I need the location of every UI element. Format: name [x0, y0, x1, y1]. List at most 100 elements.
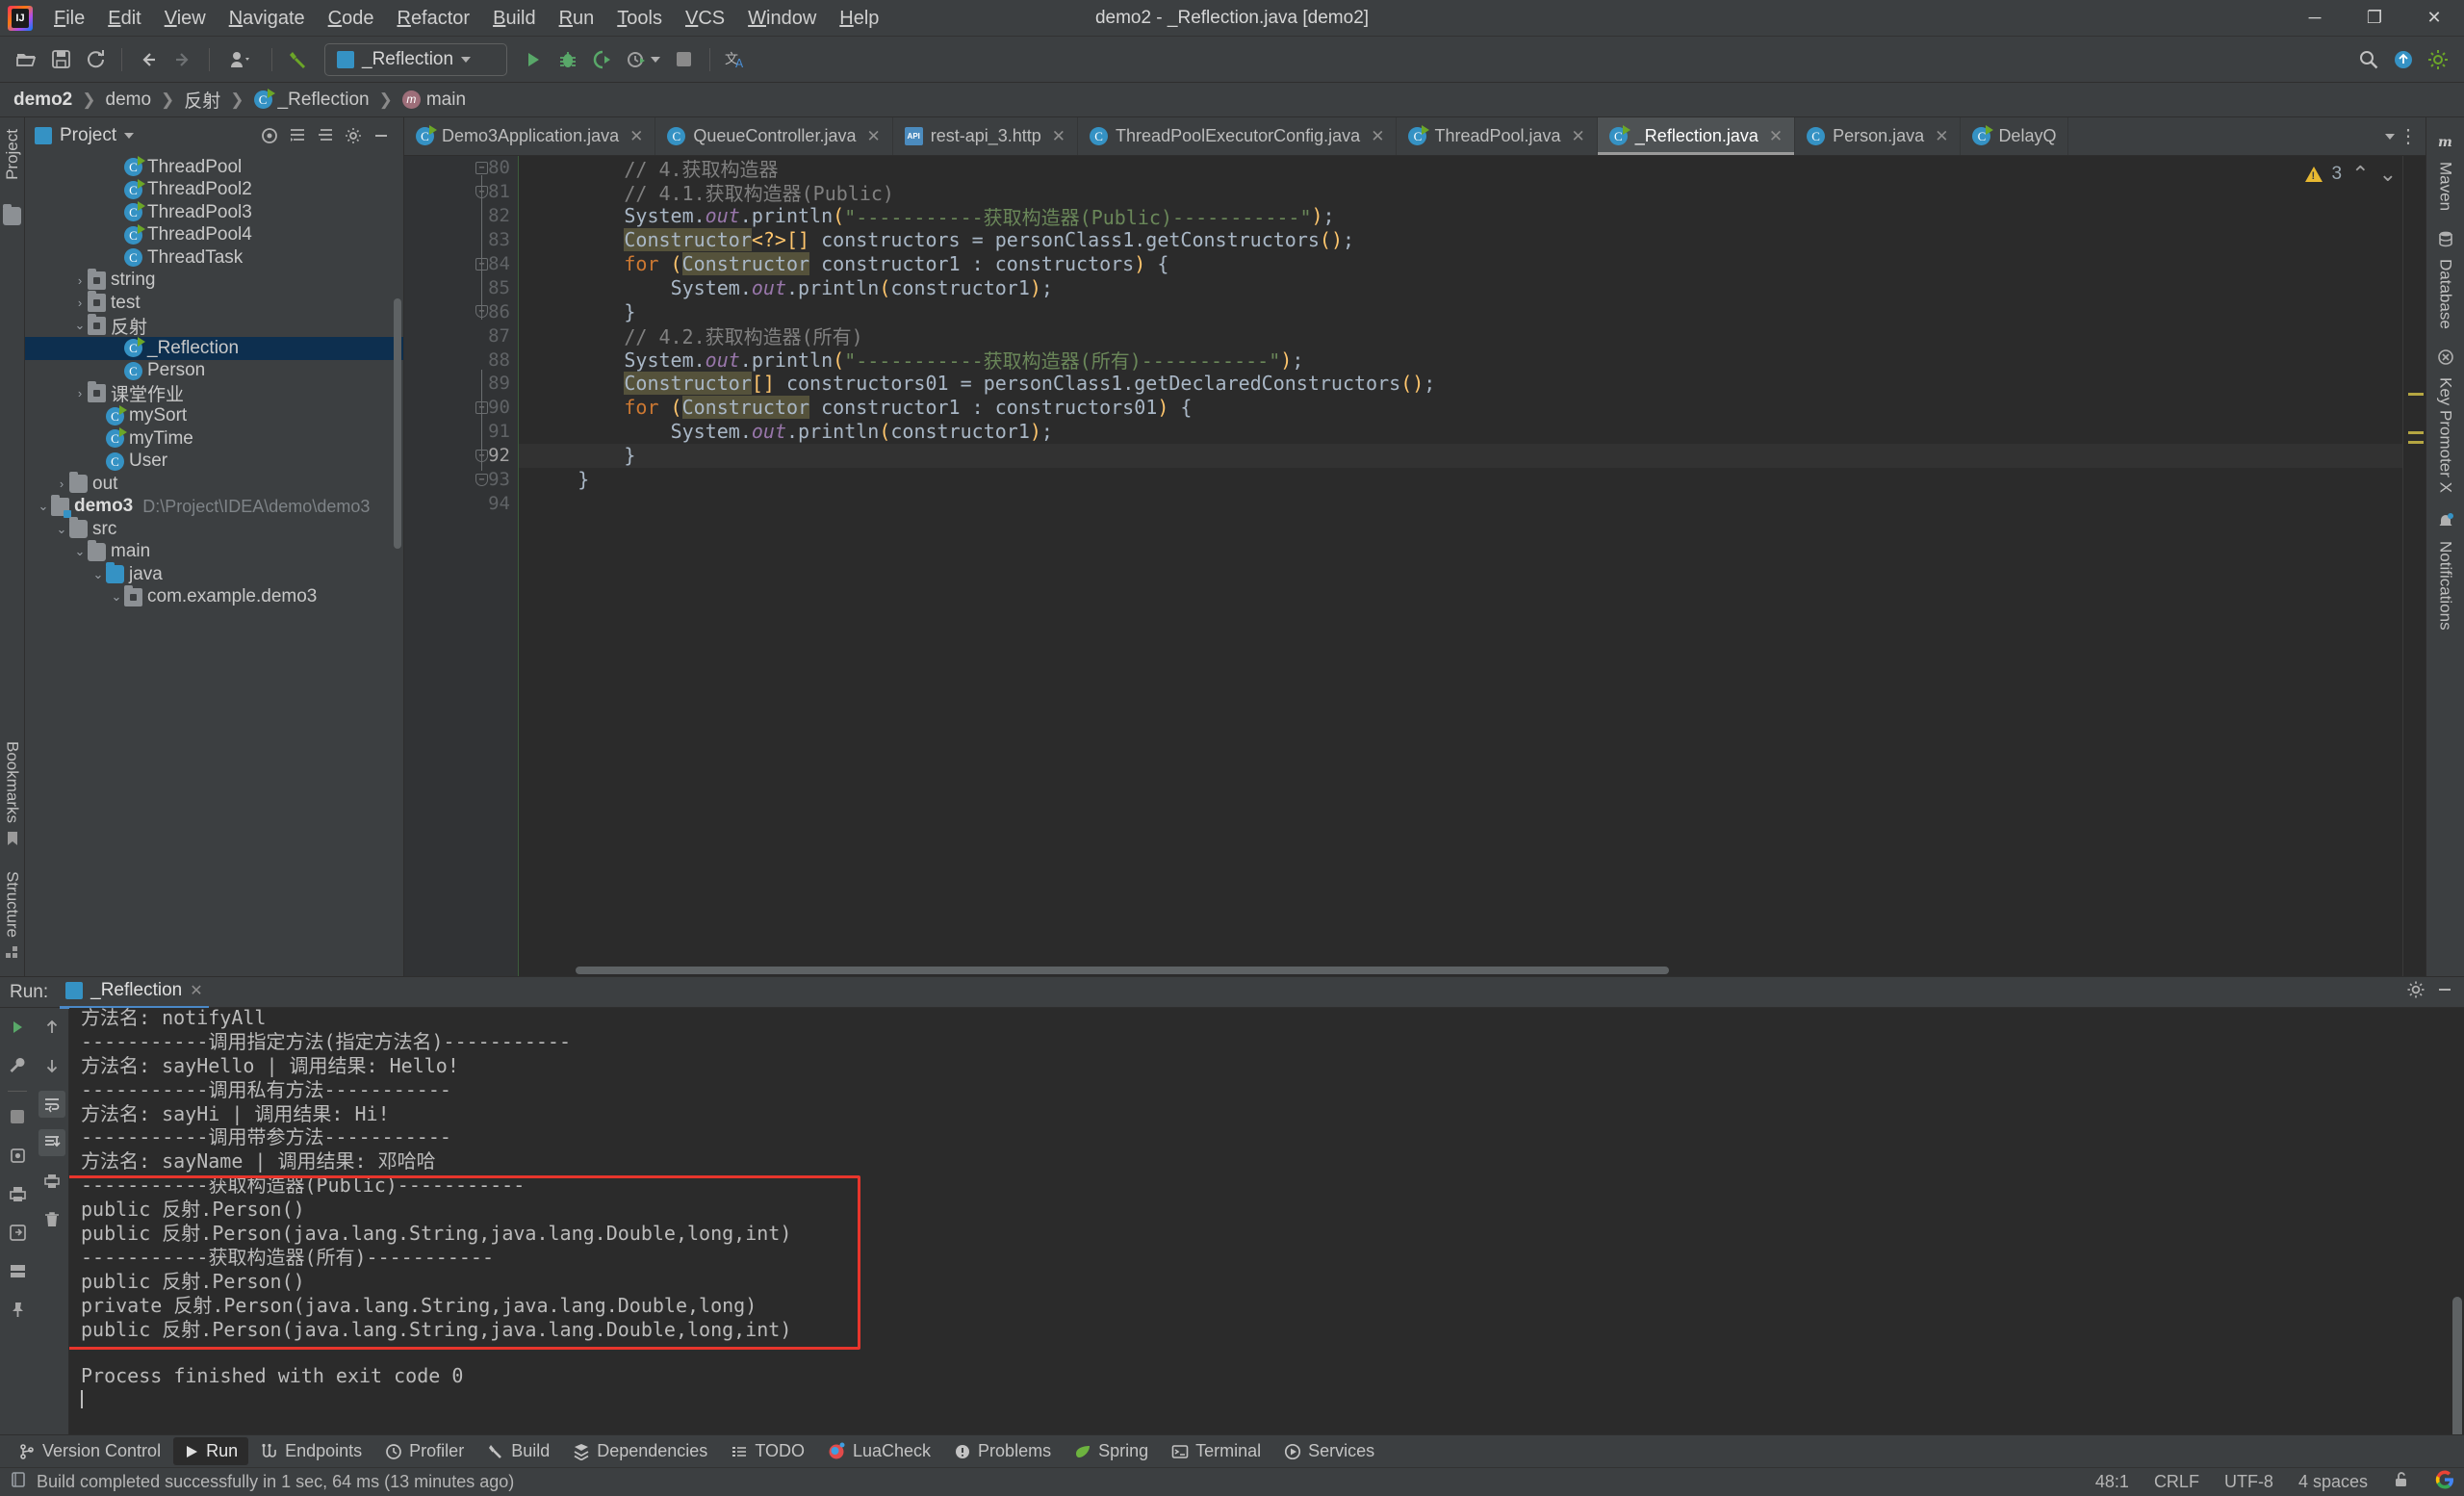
menu-item-window[interactable]: Window — [736, 4, 828, 33]
code-line[interactable]: System. out. println("-----------获取构造器(所有)… — [518, 348, 2402, 374]
bottom-bar-services[interactable]: Services — [1273, 1437, 1385, 1465]
maximize-button[interactable]: ❐ — [2345, 0, 2404, 37]
tree-node-_Reflection[interactable]: _Reflection — [25, 337, 403, 360]
error-stripe[interactable] — [2402, 156, 2426, 976]
bottom-bar-endpoints[interactable]: Endpoints — [250, 1437, 372, 1465]
chevron-down-icon[interactable] — [124, 133, 135, 139]
update-arrow-icon[interactable] — [2387, 43, 2420, 76]
chevron-right-icon[interactable]: › — [54, 477, 69, 491]
code-line[interactable]: for (Constructor constructor1 : construc… — [518, 396, 2402, 420]
target-icon[interactable] — [257, 123, 282, 148]
tree-node-ThreadPool[interactable]: ThreadPool — [25, 156, 403, 179]
chevron-down-icon[interactable]: ⌄ — [54, 522, 69, 537]
grid-icon[interactable] — [4, 1257, 31, 1284]
code-text-area[interactable]: // 4.获取构造器 // 4.1.获取构造器(Public) System. o… — [518, 156, 2402, 976]
close-icon[interactable]: ✕ — [1052, 127, 1065, 146]
bottom-bar-build[interactable]: Build — [476, 1437, 560, 1465]
menu-item-build[interactable]: Build — [481, 4, 547, 33]
editor-tab-Person.java[interactable]: Person.java ✕ — [1795, 117, 1962, 155]
collapse-all-icon[interactable] — [313, 123, 338, 148]
close-icon[interactable]: ✕ — [866, 127, 880, 146]
chevron-down-icon[interactable]: ⌄ — [109, 589, 124, 605]
sidebar-item-project[interactable]: Project — [3, 123, 22, 186]
editor-tab-ThreadPool.java[interactable]: ThreadPool.java ✕ — [1397, 117, 1598, 155]
gear-icon[interactable] — [341, 123, 366, 148]
pin-icon[interactable] — [4, 1296, 31, 1323]
close-icon[interactable]: ✕ — [1769, 127, 1783, 146]
console-scrollbar[interactable] — [2452, 1297, 2462, 1434]
tree-node-out[interactable]: › out — [25, 472, 403, 496]
caret-position[interactable]: 48:1 — [2095, 1472, 2129, 1492]
chevron-down-icon[interactable]: ⌄ — [72, 544, 88, 559]
fold-end-icon[interactable]: − — [475, 473, 488, 486]
right-stripe-maven[interactable]: m Maven — [2436, 125, 2455, 219]
code-line[interactable]: // 4.1.获取构造器(Public) — [518, 180, 2402, 205]
tree-node-demo3[interactable]: ⌄ demo3 D:\Project\IDEA\demo\demo3 — [25, 494, 403, 519]
project-tree[interactable]: ThreadPoolThreadPool2ThreadPool3ThreadPo… — [25, 154, 403, 976]
wrench-icon[interactable] — [4, 1052, 31, 1079]
editor-options-icon[interactable]: ⋮ — [2399, 124, 2418, 148]
bottom-bar-luacheck[interactable]: LuaCheck — [817, 1437, 941, 1465]
breadcrumb-item-1[interactable]: demo — [106, 90, 152, 111]
bottom-bar-run[interactable]: Run — [173, 1437, 249, 1465]
close-icon[interactable]: ✕ — [1572, 127, 1585, 146]
code-line[interactable]: } — [518, 468, 2402, 492]
save-icon[interactable] — [44, 43, 77, 76]
trash-icon[interactable] — [38, 1206, 65, 1233]
tree-node-main[interactable]: ⌄ main — [25, 539, 403, 564]
tree-node-java[interactable]: ⌄ java — [25, 562, 403, 586]
chevron-down-icon[interactable]: ⌄ — [90, 567, 106, 582]
tree-node-com.example.demo3[interactable]: ⌄ com.example.demo3 — [25, 584, 403, 609]
close-icon[interactable]: ✕ — [1371, 127, 1384, 146]
soft-wrap-icon[interactable] — [38, 1091, 65, 1118]
code-line[interactable]: // 4.2.获取构造器(所有) — [518, 323, 2402, 348]
code-line[interactable]: System. out. println(constructor1); — [518, 275, 2402, 299]
menu-item-code[interactable]: Code — [317, 4, 386, 33]
stop-icon[interactable] — [4, 1103, 31, 1130]
right-stripe-database[interactable]: Database — [2436, 222, 2455, 337]
tree-node-mySort[interactable]: mySort — [25, 404, 403, 428]
next-problem-icon[interactable]: ⌄ — [2379, 162, 2397, 187]
file-encoding[interactable]: UTF-8 — [2224, 1472, 2273, 1492]
tree-node-string[interactable]: › string — [25, 268, 403, 293]
bottom-bar-problems[interactable]: Problems — [943, 1437, 1062, 1465]
menu-item-edit[interactable]: Edit — [96, 4, 152, 33]
scroll-down-icon[interactable] — [38, 1052, 65, 1079]
editor-tab-ThreadPoolExecutorConfig.java[interactable]: ThreadPoolExecutorConfig.java ✕ — [1078, 117, 1398, 155]
menu-item-navigate[interactable]: Navigate — [218, 4, 317, 33]
code-line[interactable] — [518, 491, 2402, 515]
tree-node-myTime[interactable]: myTime — [25, 427, 403, 451]
right-stripe-key-promoter-x[interactable]: Key Promoter X — [2436, 341, 2455, 501]
tree-node-Person[interactable]: Person — [25, 360, 403, 383]
chevron-down-icon[interactable]: ⌄ — [36, 499, 51, 514]
editor-horizontal-scrollbar[interactable] — [518, 967, 2402, 976]
close-icon[interactable]: ✕ — [629, 127, 643, 146]
right-stripe-notifications[interactable]: Notifications — [2436, 504, 2455, 638]
menu-item-help[interactable]: Help — [828, 4, 890, 33]
code-line[interactable]: } — [518, 299, 2402, 323]
translate-icon[interactable]: 文A — [720, 43, 753, 76]
chevron-right-icon[interactable]: › — [72, 273, 88, 288]
hammer-icon[interactable] — [282, 43, 315, 76]
print-icon[interactable] — [4, 1180, 31, 1207]
chevron-down-icon[interactable] — [2385, 133, 2395, 140]
close-icon[interactable]: ✕ — [190, 981, 202, 1000]
breadcrumb-item-2[interactable]: 反射 — [184, 87, 220, 113]
chevron-down-icon[interactable]: ⌄ — [72, 318, 88, 333]
user-profile-icon[interactable] — [219, 43, 262, 76]
unlocked-padlock-icon[interactable] — [2393, 1471, 2410, 1493]
code-line[interactable]: Constructor <? >[] constructors = personCl… — [518, 228, 2402, 252]
tree-node-ThreadPool4[interactable]: ThreadPool4 — [25, 223, 403, 247]
tree-node-ThreadTask[interactable]: ThreadTask — [25, 246, 403, 270]
bottom-bar-todo[interactable]: TODO — [720, 1437, 815, 1465]
tree-node-src[interactable]: ⌄ src — [25, 517, 403, 541]
bottom-bar-version-control[interactable]: Version Control — [8, 1437, 171, 1465]
rerun-icon[interactable] — [4, 1014, 31, 1041]
code-editor[interactable]: 3 ⌃ ⌄ 808182838485868788899091929394−−−−… — [404, 156, 2426, 976]
editor-gutter[interactable]: 808182838485868788899091929394−−−−−−− — [404, 156, 518, 976]
minimize-button[interactable]: ─ — [2285, 0, 2345, 37]
run-with-coverage-icon[interactable] — [586, 43, 619, 76]
chevron-right-icon[interactable]: › — [72, 386, 88, 400]
open-folder-icon[interactable] — [10, 43, 42, 76]
bottom-bar-terminal[interactable]: Terminal — [1161, 1437, 1271, 1465]
